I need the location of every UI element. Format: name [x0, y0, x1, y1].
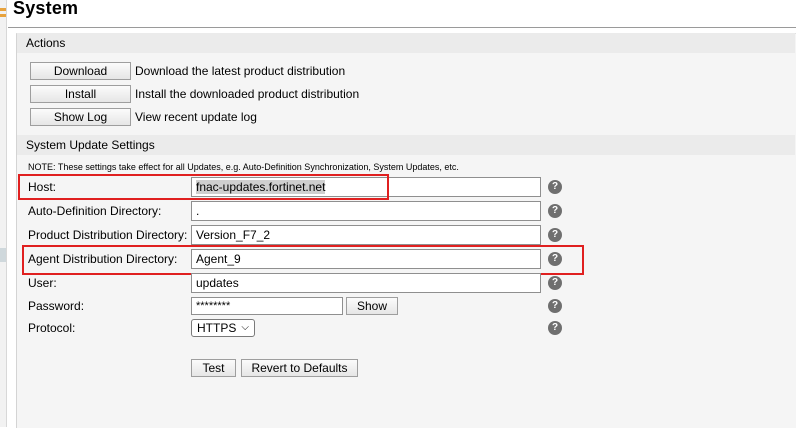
settings-note: NOTE: These settings take effect for all… [28, 162, 459, 172]
help-icon[interactable]: ? [548, 321, 562, 335]
system-update-settings-header: System Update Settings [17, 135, 795, 155]
help-icon[interactable]: ? [548, 228, 562, 242]
revert-to-defaults-button[interactable]: Revert to Defaults [241, 359, 358, 377]
user-label: User: [28, 276, 57, 290]
help-icon[interactable]: ? [548, 204, 562, 218]
protocol-label: Protocol: [28, 321, 76, 335]
show-log-description: View recent update log [135, 110, 257, 124]
password-input[interactable]: ******** [191, 297, 343, 315]
password-label: Password: [28, 299, 85, 313]
chevron-down-icon: ⌵ [241, 322, 249, 333]
product-distribution-directory-input[interactable]: Version_F7_2 [191, 225, 541, 245]
title-divider [8, 27, 796, 28]
show-log-button[interactable]: Show Log [30, 108, 131, 126]
user-input[interactable]: updates [191, 273, 541, 293]
protocol-select[interactable]: HTTPS ⌵ [191, 319, 255, 337]
frame-marker [0, 8, 6, 11]
help-icon[interactable]: ? [548, 276, 562, 290]
actions-header: Actions [17, 33, 795, 53]
protocol-value: HTTPS [197, 321, 237, 335]
download-description: Download the latest product distribution [135, 64, 346, 78]
product-distribution-directory-label: Product Distribution Directory: [28, 228, 188, 242]
show-password-button[interactable]: Show [346, 297, 398, 315]
frame-marker [0, 14, 6, 17]
install-button[interactable]: Install [30, 85, 131, 103]
help-icon[interactable]: ? [548, 180, 562, 194]
frame-marker [0, 248, 6, 262]
help-icon[interactable]: ? [548, 299, 562, 313]
auto-definition-directory-input[interactable]: . [191, 201, 541, 221]
left-frame-strip [0, 0, 7, 427]
page-title: System [13, 0, 79, 18]
auto-definition-directory-label: Auto-Definition Directory: [28, 204, 162, 218]
highlight-box-agent-distribution [22, 245, 584, 275]
download-button[interactable]: Download [30, 62, 131, 80]
highlight-box-host [18, 174, 389, 200]
install-description: Install the downloaded product distribut… [135, 87, 360, 101]
test-button[interactable]: Test [191, 359, 236, 377]
